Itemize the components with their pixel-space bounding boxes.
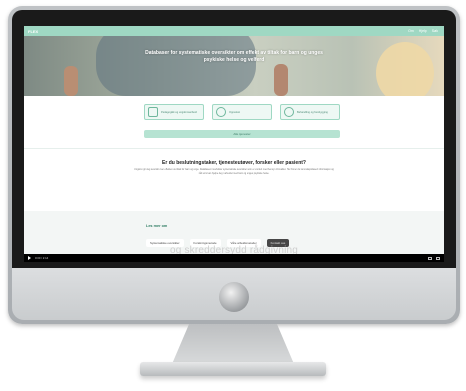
service-card[interactable]: Pedagogikk og ungdomsarbeid (144, 104, 204, 120)
site-logo[interactable]: FLEX (28, 29, 38, 34)
video-controls-left: 0:00 / 2:14 (28, 256, 48, 260)
monitor-chin (12, 268, 456, 320)
service-cards: Pedagogikk og ungdomsarbeid Oppvekst Beh… (144, 104, 340, 122)
nav-item[interactable]: Søk (432, 29, 438, 33)
all-services-button[interactable]: Alle tjenester (144, 130, 340, 138)
hero-photo-adult (96, 36, 256, 96)
top-nav: Om Hjelp Søk (408, 29, 438, 33)
clock-icon (216, 107, 226, 117)
hero-photo-child (376, 42, 434, 96)
screen: FLEX Om Hjelp Søk Databaser for systemat… (24, 26, 444, 262)
service-card[interactable]: Oppvekst (212, 104, 272, 120)
link-icon (284, 107, 294, 117)
settings-icon[interactable] (428, 256, 432, 260)
fullscreen-icon[interactable] (436, 256, 440, 260)
monitor-stand (172, 324, 294, 364)
house-icon (148, 107, 158, 117)
divider (24, 148, 444, 149)
all-services-label: Alle tjenester (233, 132, 251, 136)
hero-banner: Databaser for systematiske oversikter om… (24, 36, 444, 96)
hero-photo-arm (64, 66, 78, 96)
site-header: FLEX Om Hjelp Søk (24, 26, 444, 36)
video-controls-right (428, 256, 440, 260)
hero-title: Databaser for systematiske oversikter om… (145, 50, 323, 63)
video-timecode: 0:00 / 2:14 (35, 256, 49, 260)
play-icon[interactable] (28, 256, 31, 260)
video-controls: 0:00 / 2:14 (24, 254, 444, 262)
apple-logo-icon (219, 282, 249, 312)
hero-photo-arm (274, 64, 288, 96)
read-more-title: Les mer om (146, 224, 168, 228)
monitor-base (140, 362, 326, 376)
nav-item[interactable]: Om (408, 29, 414, 33)
service-label: Pedagogikk og ungdomsarbeid (161, 110, 197, 114)
audience-heading: Er du beslutningstaker, tjenesteutøver, … (162, 160, 306, 166)
audience-text: Ungsinn gir deg oversikt over effekten a… (134, 169, 334, 175)
service-label: Behandling og forebygging (297, 110, 328, 114)
service-label: Oppvekst (229, 110, 240, 114)
nav-item[interactable]: Hjelp (419, 29, 427, 33)
service-card[interactable]: Behandling og forebygging (280, 104, 340, 120)
